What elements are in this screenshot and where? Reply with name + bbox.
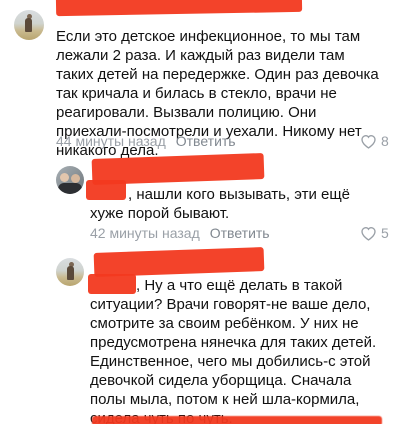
avatar[interactable] [56, 258, 84, 286]
comment-time: 42 минуты назад [90, 225, 200, 241]
comment-text: , нашли кого вызывать, эти ещё хуже поро… [90, 186, 351, 222]
meta-redaction [92, 416, 382, 424]
like-count: 8 [381, 133, 389, 149]
reply-button[interactable]: Ответить [210, 225, 270, 241]
comment-meta: 42 минуты назад Ответить [90, 225, 270, 241]
comment-2: , нашли кого вызывать, эти ещё хуже поро… [0, 153, 400, 246]
comment-meta: 44 минуты назад Ответить [56, 133, 236, 149]
avatar[interactable] [56, 166, 84, 194]
comment-3: , Ну а что ещё делать в такой ситуации? … [0, 247, 400, 424]
heart-icon [361, 134, 376, 149]
like-button[interactable]: 5 [360, 225, 389, 241]
like-button[interactable]: 8 [360, 133, 389, 149]
comment-text: , Ну а что ещё делать в такой ситуации? … [90, 277, 377, 424]
like-count: 5 [381, 225, 389, 241]
avatar[interactable] [14, 10, 44, 40]
reply-button[interactable]: Ответить [176, 133, 236, 149]
author-name-redaction [93, 247, 265, 277]
comment-1: Если это детское инфекционное, то мы там… [0, 0, 400, 159]
comment-time: 44 минуты назад [56, 133, 166, 149]
author-name-redaction [55, 0, 303, 17]
heart-icon [361, 226, 376, 241]
